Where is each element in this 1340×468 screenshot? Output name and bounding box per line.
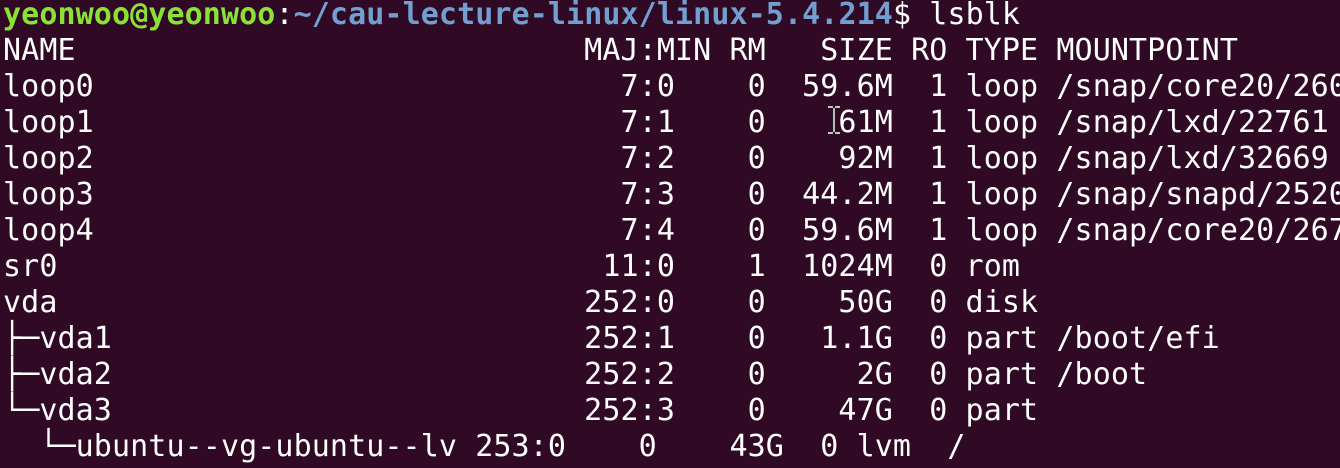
lsblk-row-vda: vda 252:0 0 50G 0 disk (3, 285, 1039, 320)
lsblk-row-vda1: ├─vda1 252:1 0 1.1G 0 part /boot/efi (3, 321, 1220, 356)
lsblk-row-sr0: sr0 11:0 1 1024M 0 rom (3, 249, 1021, 284)
prompt-symbol: $ (892, 0, 912, 32)
prompt-path: ~/cau-lecture-linux/linux-5.4.214 (293, 0, 893, 32)
lsblk-row-vda2: ├─vda2 252:2 0 2G 0 part /boot (3, 357, 1148, 392)
lsblk-row-loop2: loop2 7:2 0 92M 1 loop /snap/lxd/32669 (3, 141, 1329, 176)
prompt-line: yeonwoo@yeonwoo:~/cau-lecture-linux/linu… (3, 0, 1020, 33)
lsblk-row-loop1: loop1 7:1 0 61M 1 loop /snap/lxd/22761 (3, 105, 1329, 140)
lsblk-row-loop3: loop3 7:3 0 44.2M 1 loop /snap/snapd/252… (3, 177, 1340, 212)
lsblk-row-lvm: └─ubuntu--vg-ubuntu--lv 253:0 0 43G 0 lv… (3, 429, 966, 464)
lsblk-header: NAME MAJ:MIN RM SIZE RO TYPE MOUNTPOINT (3, 33, 1238, 68)
lsblk-row-loop0: loop0 7:0 0 59.6M 1 loop /snap/core20/26… (3, 69, 1340, 104)
lsblk-row-loop4: loop4 7:4 0 59.6M 1 loop /snap/core20/26… (3, 213, 1340, 248)
prompt-user-host: yeonwoo@yeonwoo (3, 0, 276, 32)
prompt-separator: : (275, 0, 294, 32)
terminal-window[interactable]: yeonwoo@yeonwoo:~/cau-lecture-linux/linu… (0, 0, 1340, 468)
command-text: lsblk (911, 0, 1021, 32)
lsblk-row-vda3: └─vda3 252:3 0 47G 0 part (3, 393, 1039, 428)
text-cursor-icon (828, 105, 840, 135)
